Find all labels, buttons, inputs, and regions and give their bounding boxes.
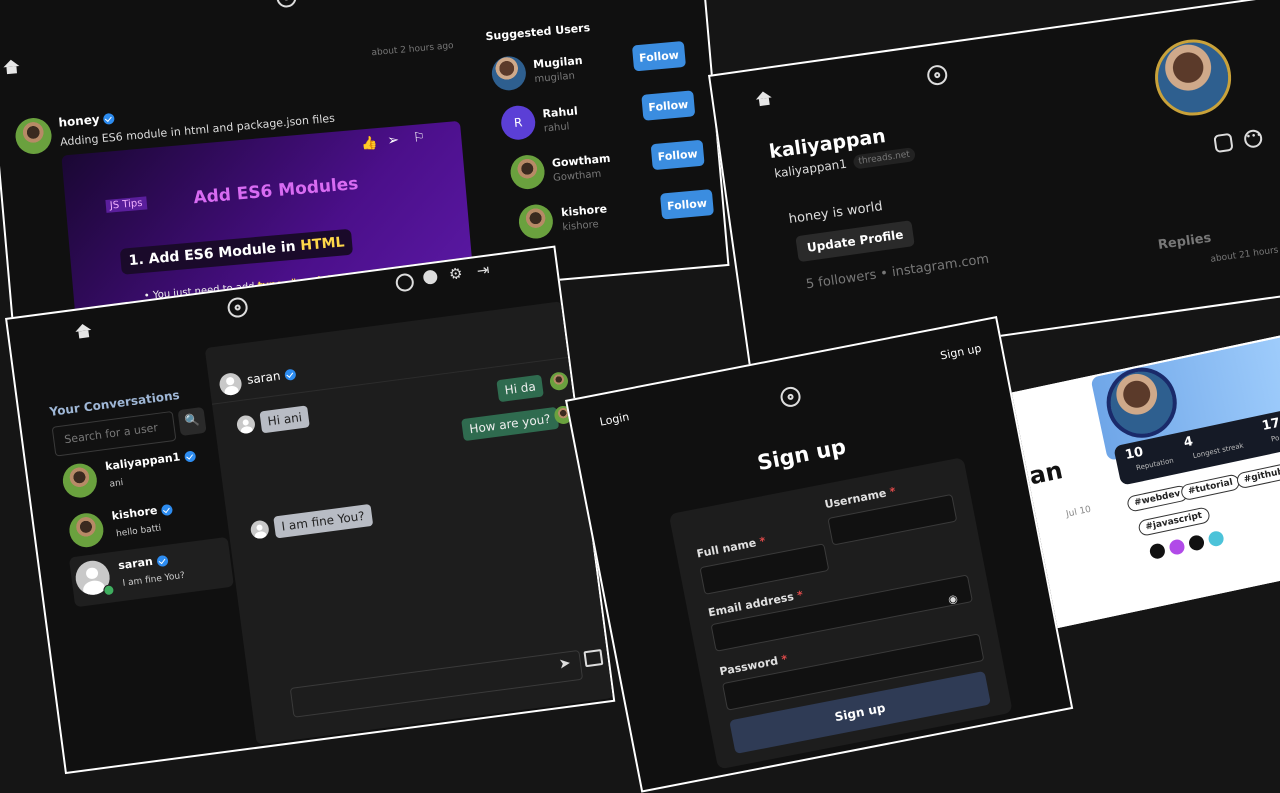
threads-logo-icon[interactable] [925, 63, 949, 87]
image-step: 1. Add ES6 Module in HTML [119, 228, 354, 275]
tab-replies[interactable]: Replies [1157, 231, 1212, 253]
message-area: saran Hi ani Hi da How are you? I am fin… [204, 301, 614, 745]
suggested-avatar-rahul[interactable]: R [499, 104, 537, 142]
post-timestamp: about 2 hours ago [371, 41, 455, 59]
online-indicator [102, 584, 116, 597]
tag[interactable]: #github [1235, 462, 1280, 490]
tag[interactable]: #tutorial [1179, 473, 1242, 502]
conversation-avatar[interactable] [60, 461, 99, 500]
globe-icon[interactable] [1207, 529, 1225, 548]
stat-value: 10 [1123, 444, 1145, 464]
chat-icon[interactable] [422, 269, 439, 285]
profile-stats[interactable]: 5 followers • instagram.com [805, 252, 990, 293]
js-tips-badge: JS Tips [105, 196, 147, 213]
devcard-name-fragment: an [1026, 456, 1066, 491]
verified-icon [160, 503, 173, 516]
stat-label: Longest streak [1192, 441, 1245, 461]
suggested-avatar-kishore[interactable] [517, 203, 555, 240]
signup-form: Full name * Username * Email address * P… [668, 457, 1013, 770]
message-sent: How are you? [461, 406, 559, 442]
signup-title: Sign up [755, 434, 848, 476]
conversation-last-message: ani [109, 478, 124, 490]
message-received: Hi ani [259, 405, 311, 434]
stat-value: 17 [1260, 415, 1280, 434]
suggested-handle: kishore [562, 219, 600, 234]
dev-icon[interactable] [1148, 542, 1167, 561]
threads-logo-icon[interactable] [778, 385, 803, 409]
image-upload-icon[interactable] [583, 648, 604, 668]
threads-logo-icon[interactable] [226, 296, 249, 319]
bookmark-icon[interactable]: ⚐ [413, 130, 426, 146]
signup-link[interactable]: Sign up [939, 342, 982, 363]
suggested-handle: Gowtham [552, 168, 602, 184]
search-placeholder: Search for a user [63, 421, 159, 447]
search-button[interactable]: 🔍 [177, 406, 207, 437]
conversation-name[interactable]: kaliyappan1 [104, 448, 196, 473]
post-author[interactable]: honey [58, 111, 116, 130]
logout-icon[interactable]: ⇥ [476, 260, 491, 279]
tag[interactable]: #webdev [1125, 484, 1189, 513]
follow-button-mugilan[interactable]: Follow [631, 40, 687, 72]
conversation-last-message: I am fine You? [122, 570, 186, 589]
verified-icon [283, 368, 297, 381]
message-received: I am fine You? [273, 503, 373, 539]
message-sent: Hi da [496, 374, 544, 403]
chat-header-avatar[interactable] [218, 371, 243, 397]
conversation-name[interactable]: kishore [111, 502, 173, 523]
share-icon[interactable]: ➢ [387, 132, 400, 149]
conversation-item-active[interactable]: saran I am fine You? [68, 536, 234, 608]
login-link[interactable]: Login [599, 410, 631, 428]
suggested-name[interactable]: kishore [561, 202, 608, 219]
home-icon[interactable] [75, 323, 93, 339]
verified-icon [103, 112, 116, 125]
suggested-avatar-mugilan[interactable] [490, 54, 528, 92]
home-icon[interactable] [3, 59, 20, 74]
profile-avatar[interactable] [1150, 34, 1236, 121]
devcard-date: Jul 10 [1065, 504, 1093, 520]
image-title: Add ES6 Modules [192, 173, 360, 209]
post-author-avatar[interactable] [14, 116, 54, 156]
suggested-avatar-gowtham[interactable] [509, 153, 546, 191]
suggested-handle: rahul [543, 121, 570, 135]
follow-button-gowtham[interactable]: Follow [650, 139, 705, 171]
chat-header-name[interactable]: saran [246, 367, 297, 387]
stat-value: 4 [1182, 434, 1195, 451]
hashnode-icon[interactable] [1168, 538, 1186, 556]
suggested-name[interactable]: Mugilan [533, 54, 583, 71]
conversation-avatar[interactable] [67, 511, 106, 550]
profile-bio: honey is world [787, 199, 884, 228]
settings-icon[interactable]: ⚙ [448, 264, 464, 284]
message-avatar [548, 371, 570, 392]
tag[interactable]: #javascript [1137, 506, 1211, 537]
suggested-name[interactable]: Rahul [542, 105, 578, 121]
like-icon[interactable]: 👍 [361, 136, 378, 152]
domain-badge: threads.net [852, 147, 916, 170]
follow-button-kishore[interactable]: Follow [659, 189, 715, 220]
follow-button-rahul[interactable]: Follow [641, 90, 696, 121]
codepen-icon[interactable] [1187, 533, 1206, 552]
message-input[interactable] [289, 649, 584, 718]
threads-logo-icon[interactable] [275, 0, 298, 9]
stat-label: Po [1270, 433, 1280, 444]
send-icon[interactable]: ➤ [558, 655, 572, 672]
suggested-users-title: Suggested Users [485, 21, 591, 44]
conversation-name: saran [117, 553, 169, 572]
update-profile-button[interactable]: Update Profile [795, 220, 915, 263]
message-avatar [249, 519, 270, 540]
verified-icon [183, 449, 196, 463]
thread-timestamp: about 21 hours ago [1209, 243, 1280, 265]
more-options-icon[interactable]: ••• [1243, 128, 1264, 149]
message-avatar [235, 414, 257, 435]
profile-icon[interactable] [394, 272, 415, 293]
chat-panel: ⚙ ⇥ Your Conversations Search for a user… [5, 245, 616, 775]
suggested-handle: mugilan [534, 70, 576, 86]
home-icon[interactable] [755, 90, 773, 106]
signup-panel: Login Sign up Sign up Full name * Userna… [565, 316, 1074, 793]
suggested-name[interactable]: Gowtham [551, 152, 611, 170]
instagram-icon[interactable] [1213, 132, 1234, 154]
verified-icon [155, 554, 169, 567]
search-user-input[interactable]: Search for a user [51, 410, 177, 457]
conversation-last-message: hello batti [115, 523, 162, 540]
